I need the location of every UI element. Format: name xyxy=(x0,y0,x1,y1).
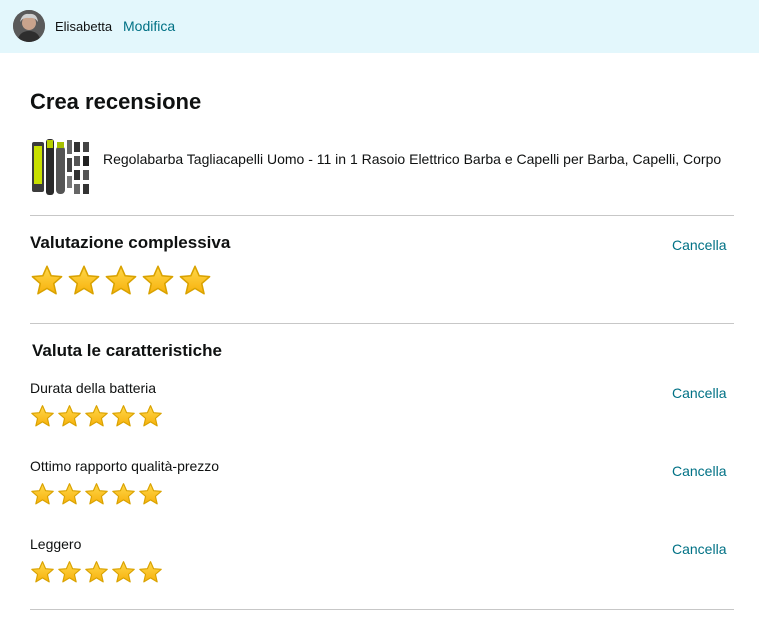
feature-cancel-link[interactable]: Cancella xyxy=(672,463,726,479)
star-icon[interactable] xyxy=(57,482,82,507)
star-icon[interactable] xyxy=(138,404,163,429)
feature-star-rating[interactable] xyxy=(30,560,165,585)
star-icon[interactable] xyxy=(30,264,64,298)
star-icon[interactable] xyxy=(30,404,55,429)
feature-label: Durata della batteria xyxy=(30,380,157,396)
overall-cancel-link[interactable]: Cancella xyxy=(672,237,726,253)
feature-star-rating[interactable] xyxy=(30,482,165,507)
star-icon[interactable] xyxy=(141,264,175,298)
page-title: Crea recensione xyxy=(30,89,202,114)
divider xyxy=(30,323,734,324)
overall-star-rating[interactable] xyxy=(30,264,215,298)
star-icon[interactable] xyxy=(57,404,82,429)
star-icon[interactable] xyxy=(84,404,109,429)
star-icon[interactable] xyxy=(104,264,138,298)
divider xyxy=(30,215,734,216)
avatar[interactable] xyxy=(13,10,45,42)
star-icon[interactable] xyxy=(67,264,101,298)
avatar-image xyxy=(13,10,45,42)
star-icon[interactable] xyxy=(138,560,163,585)
star-icon[interactable] xyxy=(111,404,136,429)
star-icon[interactable] xyxy=(30,482,55,507)
username: Elisabetta xyxy=(55,19,113,34)
feature-label: Leggero xyxy=(30,536,82,552)
features-heading: Valuta le caratteristiche xyxy=(32,341,222,360)
product-image xyxy=(30,136,94,198)
star-icon[interactable] xyxy=(111,482,136,507)
feature-star-rating[interactable] xyxy=(30,404,165,429)
star-icon[interactable] xyxy=(84,560,109,585)
feature-cancel-link[interactable]: Cancella xyxy=(672,541,726,557)
star-icon[interactable] xyxy=(30,560,55,585)
divider xyxy=(30,609,734,610)
star-icon[interactable] xyxy=(138,482,163,507)
star-icon[interactable] xyxy=(111,560,136,585)
edit-profile-link[interactable]: Modifica xyxy=(123,18,175,34)
feature-label: Ottimo rapporto qualità-prezzo xyxy=(30,458,220,474)
product-title: Regolabarba Tagliacapelli Uomo - 11 in 1… xyxy=(103,151,722,167)
star-icon[interactable] xyxy=(178,264,212,298)
feature-cancel-link[interactable]: Cancella xyxy=(672,385,726,401)
star-icon[interactable] xyxy=(57,560,82,585)
star-icon[interactable] xyxy=(84,482,109,507)
overall-rating-heading: Valutazione complessiva xyxy=(30,233,231,252)
profile-bar: Elisabetta Modifica xyxy=(0,0,759,53)
